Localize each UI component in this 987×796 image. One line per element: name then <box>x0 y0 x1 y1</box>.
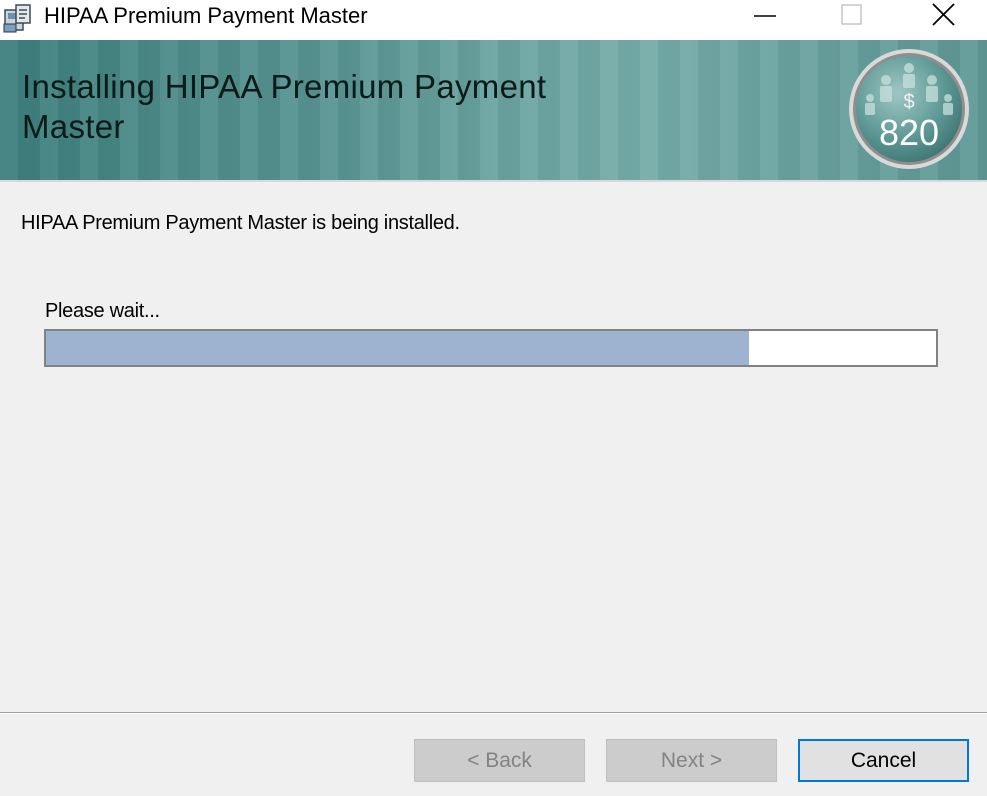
minimize-icon <box>754 15 776 17</box>
title-bar[interactable]: HIPAA Premium Payment Master <box>0 0 987 40</box>
please-wait-label: Please wait... <box>45 300 160 322</box>
window-title: HIPAA Premium Payment Master <box>44 3 368 28</box>
close-button[interactable] <box>903 0 983 32</box>
maximize-button[interactable] <box>812 0 892 32</box>
company-logo-icon: $ 820 <box>849 49 969 169</box>
banner-divider <box>0 180 987 182</box>
banner-heading: Installing HIPAA Premium Payment Master <box>22 68 547 145</box>
back-button[interactable]: < Back <box>414 739 585 782</box>
logo-number: 820 <box>879 112 939 153</box>
header-banner: Installing HIPAA Premium Payment Master <box>0 40 987 180</box>
footer-divider-highlight <box>0 713 987 714</box>
minimize-button[interactable] <box>724 0 804 32</box>
install-status-text: HIPAA Premium Payment Master is being in… <box>21 212 460 234</box>
installer-app-icon <box>3 4 31 33</box>
logo-symbol: $ <box>903 91 914 113</box>
progress-fill <box>46 331 750 365</box>
maximize-icon <box>841 4 862 25</box>
install-progress-bar <box>44 329 938 367</box>
close-icon <box>932 3 955 26</box>
cancel-button[interactable]: Cancel <box>798 739 969 782</box>
next-button[interactable]: Next > <box>606 739 777 782</box>
